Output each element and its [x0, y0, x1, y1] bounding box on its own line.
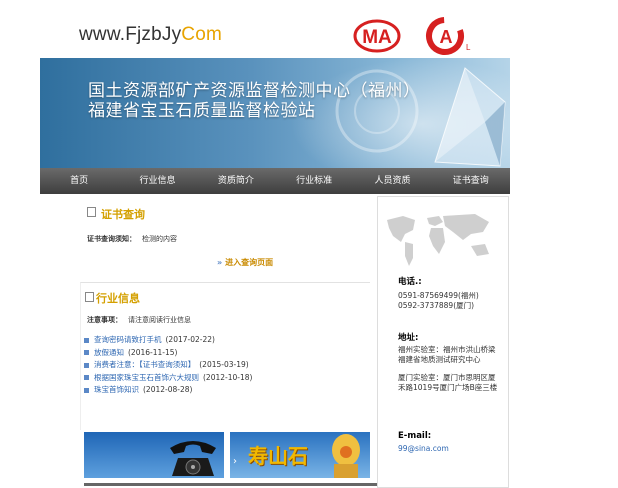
list-item: 消费者注意：【证书查询须知】 (2015-03-19) [84, 359, 252, 372]
address-fuzhou: 福州实验室：福州市洪山桥梁福建省地质测试研究中心 [398, 345, 496, 364]
news-link[interactable]: 珠宝首饰知识 [94, 385, 139, 394]
news-date: (2012-10-18) [203, 372, 253, 382]
cert-query-notice-value: 检测的内容 [142, 235, 177, 243]
industry-news-list: 查询密码请致打手机 (2017-02-22) 放假通知 (2016-11-15) 消… [84, 334, 252, 397]
cma-certification-icon: MA [353, 19, 401, 53]
address-label: 地址: [398, 333, 419, 343]
nav-certificate-query[interactable]: 证书查询 [432, 168, 510, 194]
list-item: 查询密码请致打手机 (2017-02-22) [84, 334, 252, 347]
banner-crystal-icon [434, 67, 506, 167]
news-link[interactable]: 消费者注意：【证书查询须知】 [94, 360, 195, 369]
industry-notice-value: 请注意阅读行业信息 [128, 316, 191, 324]
header-banner: 国土资源部矿产资源监督检测中心（福州） 福建省宝玉石质量监督检验站 [40, 58, 510, 168]
chevron-right-icon: › [233, 456, 237, 467]
site-logo[interactable]: www.FjzbJyCom [79, 24, 222, 46]
phone-xiamen: 0592-3737889(厦门) [398, 301, 475, 310]
address-xiamen: 厦门实验室：厦门市思明区厦禾路1019号厦门广场B座三楼 [398, 373, 498, 392]
cma-mark-text: MA [362, 27, 392, 48]
news-date: (2017-02-22) [165, 335, 215, 344]
document-icon [85, 292, 94, 302]
bullet-icon [84, 350, 89, 356]
bullet-icon [84, 362, 89, 368]
address-block: 地址: 福州实验室：福州市洪山桥梁福建省地质测试研究中心 厦门实验室：厦门市思明… [398, 333, 502, 393]
nav-qualification[interactable]: 资质简介 [197, 168, 275, 194]
news-link[interactable]: 查询密码请致打手机 [94, 335, 162, 344]
phone-block: 电话.: 0591-87569499(福州) 0592-3737889(厦门) [398, 277, 479, 311]
nav-staff-qualification[interactable]: 人员资质 [353, 168, 431, 194]
shoushan-ad-text: 寿山石 [248, 444, 308, 468]
logo-tail-text: Com [181, 24, 223, 45]
list-item: 放假通知 (2016-11-15) [84, 347, 252, 360]
email-label: E-mail: [398, 431, 432, 441]
industry-notice-label: 注意事项： [87, 316, 122, 324]
telephone-banner-ad[interactable] [84, 432, 224, 478]
nav-industry-info[interactable]: 行业信息 [118, 168, 196, 194]
news-link[interactable]: 根据国家珠宝玉石首饰六大规则 [94, 373, 199, 382]
svg-text:L: L [466, 43, 471, 52]
industry-info-title: 行业信息 [96, 292, 140, 305]
news-date: (2015-03-19) [199, 360, 249, 370]
document-icon [87, 207, 96, 217]
industry-notice: 注意事项： 请注意阅读行业信息 [87, 315, 191, 325]
phone-label: 电话.: [398, 277, 422, 287]
carved-stone-icon [332, 434, 360, 478]
enter-query-page-label: 进入查询页面 [225, 258, 274, 267]
list-item: 珠宝首饰知识 (2012-08-28) [84, 384, 252, 397]
bullet-icon [84, 337, 89, 343]
list-item: 根据国家珠宝玉石首饰六大规则 (2012-10-18) [84, 372, 252, 385]
news-date: (2016-11-15) [128, 347, 178, 357]
logo-main-text: www.FjzbJy [79, 24, 182, 45]
shoushan-stone-banner-ad[interactable]: 寿山石 [230, 432, 370, 478]
svg-text:A: A [440, 27, 453, 47]
world-map-icon [387, 214, 489, 266]
bullet-icon [84, 387, 89, 393]
main-navigation: 首页 行业信息 资质简介 行业标准 人员资质 证书查询 [40, 168, 510, 194]
bullet-icon [84, 375, 89, 381]
news-date: (2012-08-28) [143, 385, 193, 395]
nav-home[interactable]: 首页 [40, 168, 118, 194]
nav-industry-standards[interactable]: 行业标准 [275, 168, 353, 194]
news-link[interactable]: 放假通知 [94, 348, 124, 357]
cert-query-title: 证书查询 [101, 208, 145, 221]
telephone-icon [170, 441, 216, 476]
email-block: E-mail: 99@sina.com [398, 431, 449, 454]
email-link[interactable]: 99@sina.com [398, 444, 449, 454]
double-chevron-icon: » [217, 258, 223, 267]
phone-fuzhou: 0591-87569499(福州) [398, 291, 479, 300]
banner-title-line2: 福建省宝玉石质量监督检验站 [88, 101, 316, 120]
enter-query-page-link[interactable]: » 进入查询页面 [217, 257, 273, 268]
cert-query-notice-label: 证书查询须知： [87, 235, 136, 243]
bottom-divider [84, 483, 380, 486]
cal-certification-icon: A L [426, 17, 471, 55]
cert-query-notice: 证书查询须知： 检测的内容 [87, 234, 177, 244]
